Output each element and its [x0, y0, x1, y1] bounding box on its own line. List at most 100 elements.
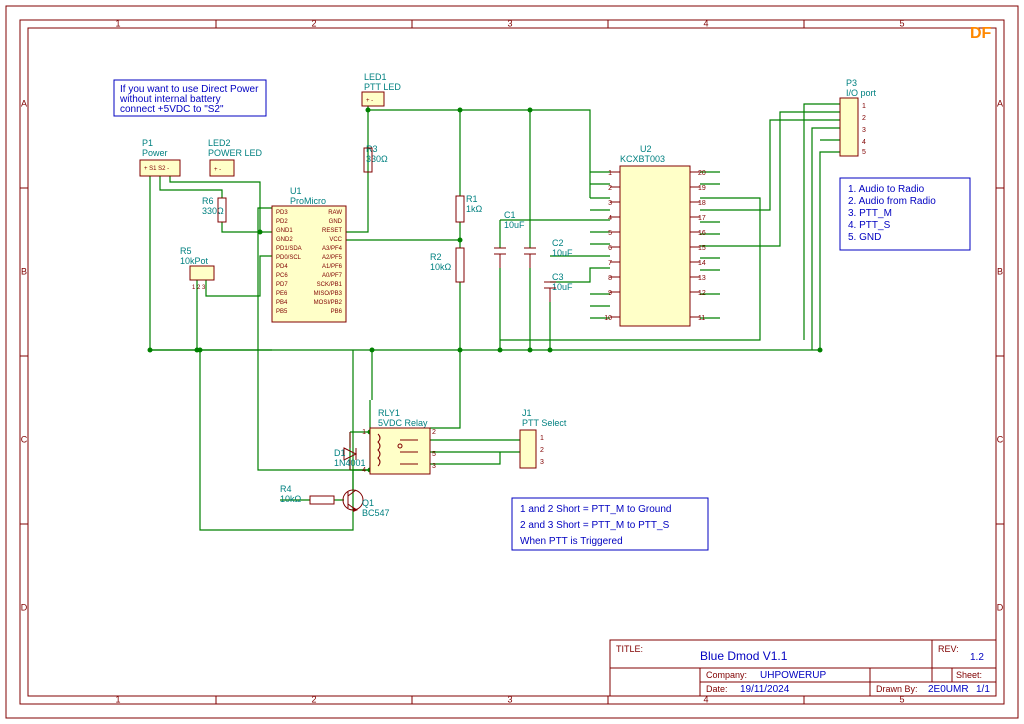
- svg-text:R2: R2: [430, 252, 442, 262]
- svg-text:2: 2: [432, 429, 436, 436]
- svg-text:A3/PF4: A3/PF4: [322, 246, 343, 252]
- svg-text:3: 3: [507, 18, 512, 28]
- svg-text:10uF: 10uF: [504, 220, 525, 230]
- svg-text:17: 17: [698, 215, 706, 222]
- svg-text:2: 2: [311, 18, 316, 28]
- svg-text:R1: R1: [466, 194, 478, 204]
- svg-text:Q1: Q1: [362, 498, 374, 508]
- svg-text:D: D: [21, 602, 28, 612]
- svg-text:BC547: BC547: [362, 508, 390, 518]
- svg-text:+ S1 S2 -: + S1 S2 -: [144, 166, 169, 172]
- svg-text:14: 14: [698, 260, 706, 267]
- svg-text:2E0UMR: 2E0UMR: [928, 684, 969, 695]
- svg-text:10kΩ: 10kΩ: [430, 262, 452, 272]
- svg-text:19/11/2024: 19/11/2024: [740, 684, 790, 695]
- svg-text:10: 10: [604, 315, 612, 322]
- svg-text:GND1: GND1: [276, 228, 293, 234]
- svg-text:4: 4: [608, 215, 612, 222]
- svg-text:GND: GND: [329, 219, 343, 225]
- resistor-R1: R1 1kΩ: [456, 194, 483, 222]
- svg-text:PE6: PE6: [276, 291, 288, 297]
- svg-text:A: A: [997, 98, 1003, 108]
- svg-text:8: 8: [608, 275, 612, 282]
- svg-text:1 and 2 Short = PTT_M to Groun: 1 and 2 Short = PTT_M to Ground: [520, 504, 671, 515]
- svg-text:PD3: PD3: [276, 210, 288, 216]
- svg-text:1N4001: 1N4001: [334, 458, 366, 468]
- svg-text:16: 16: [698, 230, 706, 237]
- svg-text:PTT Select: PTT Select: [522, 418, 567, 428]
- svg-text:12: 12: [698, 290, 706, 297]
- svg-text:REV:: REV:: [938, 644, 959, 654]
- svg-text:4. PTT_S: 4. PTT_S: [848, 220, 891, 231]
- svg-text:GND2: GND2: [276, 237, 293, 243]
- svg-text:9: 9: [608, 290, 612, 297]
- svg-text:1 2 3: 1 2 3: [192, 285, 206, 291]
- svg-text:B: B: [21, 266, 27, 276]
- svg-text:3: 3: [432, 463, 436, 470]
- svg-text:C: C: [21, 434, 28, 444]
- svg-text:RESET: RESET: [322, 228, 342, 234]
- svg-text:ProMicro: ProMicro: [290, 196, 326, 206]
- svg-text:R5: R5: [180, 246, 192, 256]
- svg-text:1/1: 1/1: [976, 684, 990, 695]
- svg-text:PTT LED: PTT LED: [364, 82, 401, 92]
- svg-text:Drawn By:: Drawn By:: [876, 684, 918, 694]
- led-LED1: LED1 PTT LED + -: [362, 72, 401, 106]
- svg-text:B: B: [997, 266, 1003, 276]
- svg-text:P1: P1: [142, 138, 153, 148]
- svg-text:C1: C1: [504, 210, 516, 220]
- svg-text:10kPot: 10kPot: [180, 256, 209, 266]
- resistor-R2: R2 10kΩ: [430, 248, 464, 282]
- svg-text:1kΩ: 1kΩ: [466, 204, 483, 214]
- svg-text:LED1: LED1: [364, 72, 387, 82]
- svg-text:PD1/SDA: PD1/SDA: [276, 246, 302, 252]
- svg-text:2: 2: [862, 115, 866, 122]
- svg-text:D1: D1: [334, 448, 346, 458]
- svg-text:U1: U1: [290, 186, 302, 196]
- transistor-Q1: Q1 BC547: [343, 490, 390, 518]
- svg-text:PB5: PB5: [276, 309, 288, 315]
- svg-text:3: 3: [540, 459, 544, 466]
- svg-text:1.2: 1.2: [970, 652, 984, 663]
- svg-text:PC6: PC6: [276, 273, 288, 279]
- svg-text:PD2: PD2: [276, 219, 288, 225]
- led-LED2: LED2 POWER LED + -: [208, 138, 263, 176]
- svg-text:Blue Dmod V1.1: Blue Dmod V1.1: [700, 649, 788, 663]
- svg-text:4: 4: [703, 18, 708, 28]
- svg-text:P3: P3: [846, 78, 857, 88]
- svg-text:1: 1: [608, 170, 612, 177]
- svg-text:5VDC Relay: 5VDC Relay: [378, 418, 428, 428]
- svg-text:3: 3: [608, 200, 612, 207]
- svg-text:1: 1: [540, 435, 544, 442]
- connector-P3: P3 I/O port 1 2 3 4 5: [840, 78, 877, 156]
- svg-text:LED2: LED2: [208, 138, 231, 148]
- svg-text:18: 18: [698, 200, 706, 207]
- svg-text:R4: R4: [280, 484, 292, 494]
- svg-text:PD4: PD4: [276, 264, 288, 270]
- svg-text:MISO/PB3: MISO/PB3: [314, 291, 343, 297]
- resistor-R6: R6 330Ω: [202, 196, 226, 222]
- svg-text:C2: C2: [552, 238, 564, 248]
- svg-text:330Ω: 330Ω: [202, 206, 224, 216]
- svg-text:4: 4: [862, 139, 866, 146]
- svg-text:VCC: VCC: [329, 237, 342, 243]
- svg-text:3. PTT_M: 3. PTT_M: [848, 208, 892, 219]
- cap-C2: C2 10uF: [524, 238, 573, 268]
- svg-text:2: 2: [311, 694, 316, 704]
- svg-text:KCXBT003: KCXBT003: [620, 154, 665, 164]
- svg-text:RLY1: RLY1: [378, 408, 400, 418]
- connector-P1: P1 Power + S1 S2 -: [140, 138, 180, 176]
- svg-text:2 and 3 Short = PTT_M to PTT_S: 2 and 3 Short = PTT_M to PTT_S: [520, 520, 670, 531]
- ic-U1: U1 ProMicro PD3 PD2 GND1 GND2 PD1/SDA PD…: [272, 186, 346, 322]
- svg-text:+ -: + -: [214, 167, 221, 173]
- svg-text:POWER LED: POWER LED: [208, 148, 263, 158]
- svg-text:RAW: RAW: [328, 210, 342, 216]
- relay-RLY1: RLY1 5VDC Relay 2 5 3 1 4: [362, 408, 436, 474]
- svg-text:Sheet:: Sheet:: [956, 670, 982, 680]
- svg-text:5: 5: [608, 230, 612, 237]
- schematic-canvas: 1 2 3 4 5 1 2 3 4 5 A B C D A B C D DF: [0, 0, 1024, 724]
- svg-text:10kΩ: 10kΩ: [280, 494, 302, 504]
- svg-text:15: 15: [698, 245, 706, 252]
- svg-text:1: 1: [115, 694, 120, 704]
- svg-text:A: A: [21, 98, 27, 108]
